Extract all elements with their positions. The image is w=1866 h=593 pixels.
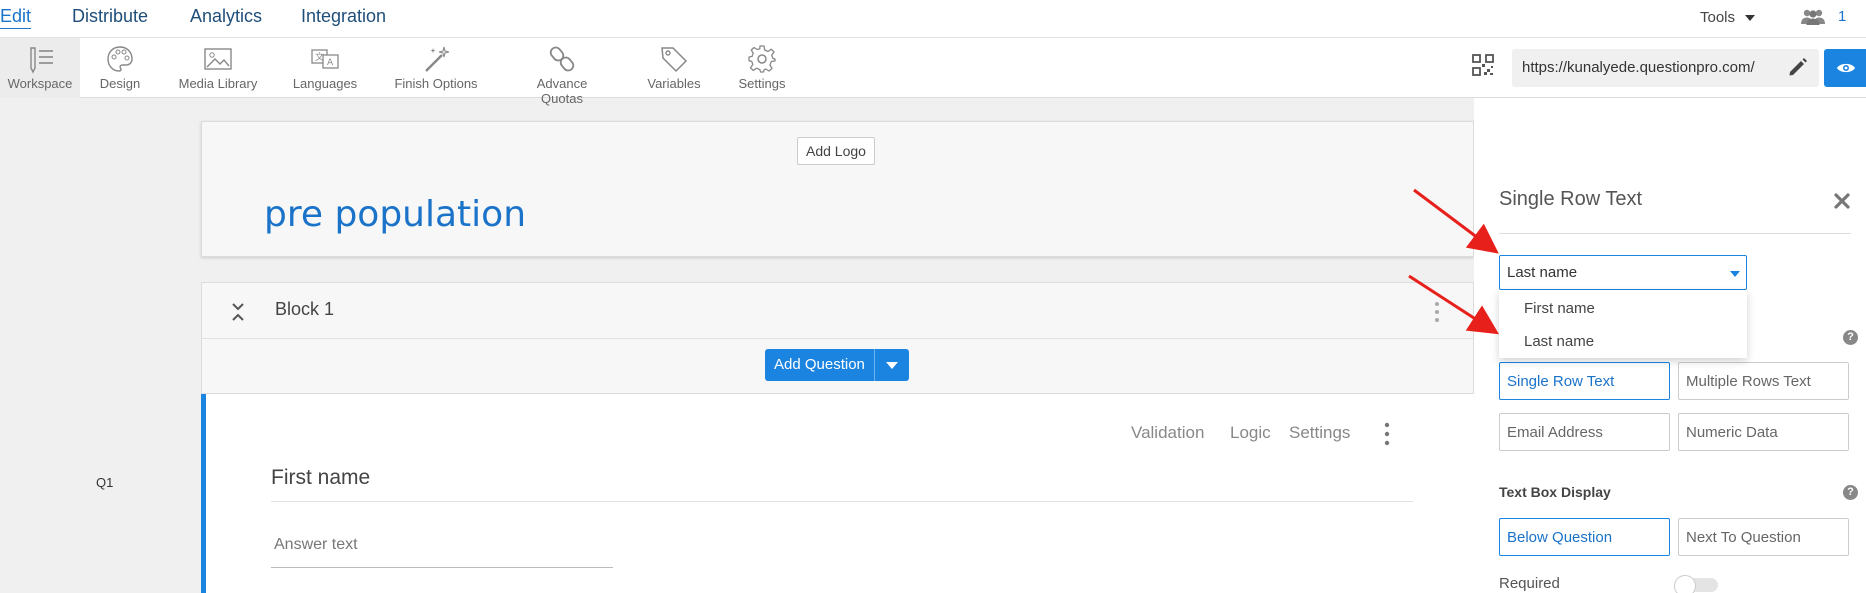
nav-analytics[interactable]: Analytics: [190, 6, 262, 27]
toolbar-advance-quotas-label: Advance Quotas: [536, 76, 588, 106]
toolbar-variables[interactable]: Variables: [642, 38, 706, 98]
toolbar-workspace[interactable]: Workspace: [0, 38, 80, 98]
dropdown-option-last-name[interactable]: Last name: [1524, 333, 1594, 350]
palette-icon: [107, 46, 133, 72]
divider: [271, 501, 1413, 502]
block-card: Block 1 Add Question: [201, 282, 1474, 394]
toolbar-finish-options-label: Finish Options: [394, 76, 478, 91]
type-multiple-rows-text[interactable]: Multiple Rows Text: [1678, 362, 1849, 400]
nav-distribute[interactable]: Distribute: [72, 6, 148, 27]
question-card[interactable]: Validation Logic Settings First name Ans…: [201, 394, 1474, 593]
collapse-icon[interactable]: [229, 301, 247, 323]
nav-edit[interactable]: Edit: [0, 6, 32, 29]
toolbar: Workspace Design Media Library 文A Langua…: [0, 38, 1866, 106]
tools-menu[interactable]: Tools: [1700, 9, 1756, 26]
survey-header-card: Add Logo pre population: [201, 121, 1474, 257]
required-toggle[interactable]: [1674, 575, 1718, 593]
help-icon[interactable]: ?: [1843, 330, 1858, 345]
collaborators[interactable]: 1: [1800, 8, 1846, 25]
gear-icon: [748, 45, 776, 73]
toolbar-workspace-label: Workspace: [7, 76, 73, 91]
display-next-to-question[interactable]: Next To Question: [1678, 518, 1849, 556]
tools-label: Tools: [1700, 9, 1736, 26]
toolbar-variables-label: Variables: [647, 76, 701, 91]
add-question-button[interactable]: Add Question: [765, 349, 874, 381]
top-nav: Edit Distribute Analytics Integration To…: [0, 0, 1866, 38]
toolbar-languages-label: Languages: [292, 76, 358, 91]
block-header: Block 1: [202, 283, 1473, 339]
add-question-dropdown-button[interactable]: [873, 349, 909, 381]
panel-title: Single Row Text: [1499, 188, 1643, 210]
toolbar-media-library-label: Media Library: [178, 76, 258, 91]
nav-integration[interactable]: Integration: [301, 6, 386, 27]
block-title[interactable]: Block 1: [275, 299, 334, 320]
add-question-group: Add Question: [765, 349, 909, 381]
chevron-down-icon: [1730, 271, 1740, 277]
question-settings-panel: Single Row Text Last name First name Las…: [1474, 98, 1866, 593]
question-validation-link[interactable]: Validation: [1131, 423, 1204, 443]
survey-url-field[interactable]: https://kunalyede.questionpro.com/: [1512, 49, 1819, 87]
answer-field-select-value: Last name: [1507, 264, 1578, 281]
toolbar-settings-label: Settings: [738, 76, 786, 91]
dropdown-option-first-name[interactable]: First name: [1524, 300, 1595, 317]
users-icon: [1801, 9, 1825, 25]
eye-icon: [1837, 63, 1855, 73]
question-settings-link[interactable]: Settings: [1289, 423, 1350, 443]
preview-button[interactable]: [1824, 49, 1866, 87]
close-icon[interactable]: [1833, 192, 1851, 210]
toolbar-finish-options[interactable]: Finish Options: [390, 38, 482, 98]
type-numeric-data[interactable]: Numeric Data: [1678, 413, 1849, 451]
svg-text:文: 文: [315, 51, 324, 63]
toolbar-media-library[interactable]: Media Library: [173, 38, 263, 98]
question-logic-link[interactable]: Logic: [1230, 423, 1271, 443]
answer-field-select[interactable]: Last name: [1499, 255, 1747, 290]
toolbar-design-label: Design: [99, 76, 141, 91]
type-email-address[interactable]: Email Address: [1499, 413, 1670, 451]
tag-icon: [661, 47, 688, 73]
question-number: Q1: [96, 475, 114, 490]
help-icon[interactable]: ?: [1843, 485, 1858, 500]
type-single-row-text[interactable]: Single Row Text: [1499, 362, 1670, 400]
image-icon: [204, 48, 232, 70]
pencil-icon[interactable]: [1787, 56, 1809, 78]
add-logo-button[interactable]: Add Logo: [797, 137, 875, 165]
question-more-icon[interactable]: [1384, 422, 1390, 446]
translate-icon: 文A: [311, 49, 339, 69]
toolbar-design[interactable]: Design: [90, 38, 150, 98]
block-more-icon[interactable]: [1434, 301, 1440, 323]
toolbar-languages[interactable]: 文A Languages: [288, 38, 362, 98]
question-text[interactable]: First name: [271, 466, 370, 490]
qr-code-icon[interactable]: [1472, 54, 1494, 76]
magic-wand-icon: [425, 46, 450, 72]
text-box-display-label: Text Box Display: [1499, 484, 1611, 500]
required-label: Required: [1499, 575, 1560, 592]
display-below-question[interactable]: Below Question: [1499, 518, 1670, 556]
svg-text:A: A: [327, 58, 334, 68]
workspace-icon: [30, 47, 53, 74]
divider: [1499, 233, 1851, 234]
caret-down-icon: [1745, 15, 1756, 22]
answer-text-field[interactable]: Answer text: [271, 536, 613, 568]
link-icon: [549, 46, 575, 72]
collaborator-count: 1: [1838, 8, 1847, 25]
toolbar-advance-quotas[interactable]: Advance Quotas: [515, 38, 609, 106]
survey-title[interactable]: pre population: [264, 194, 526, 235]
answer-field-dropdown: First name Last name: [1499, 290, 1747, 358]
toolbar-settings[interactable]: Settings: [733, 38, 791, 98]
